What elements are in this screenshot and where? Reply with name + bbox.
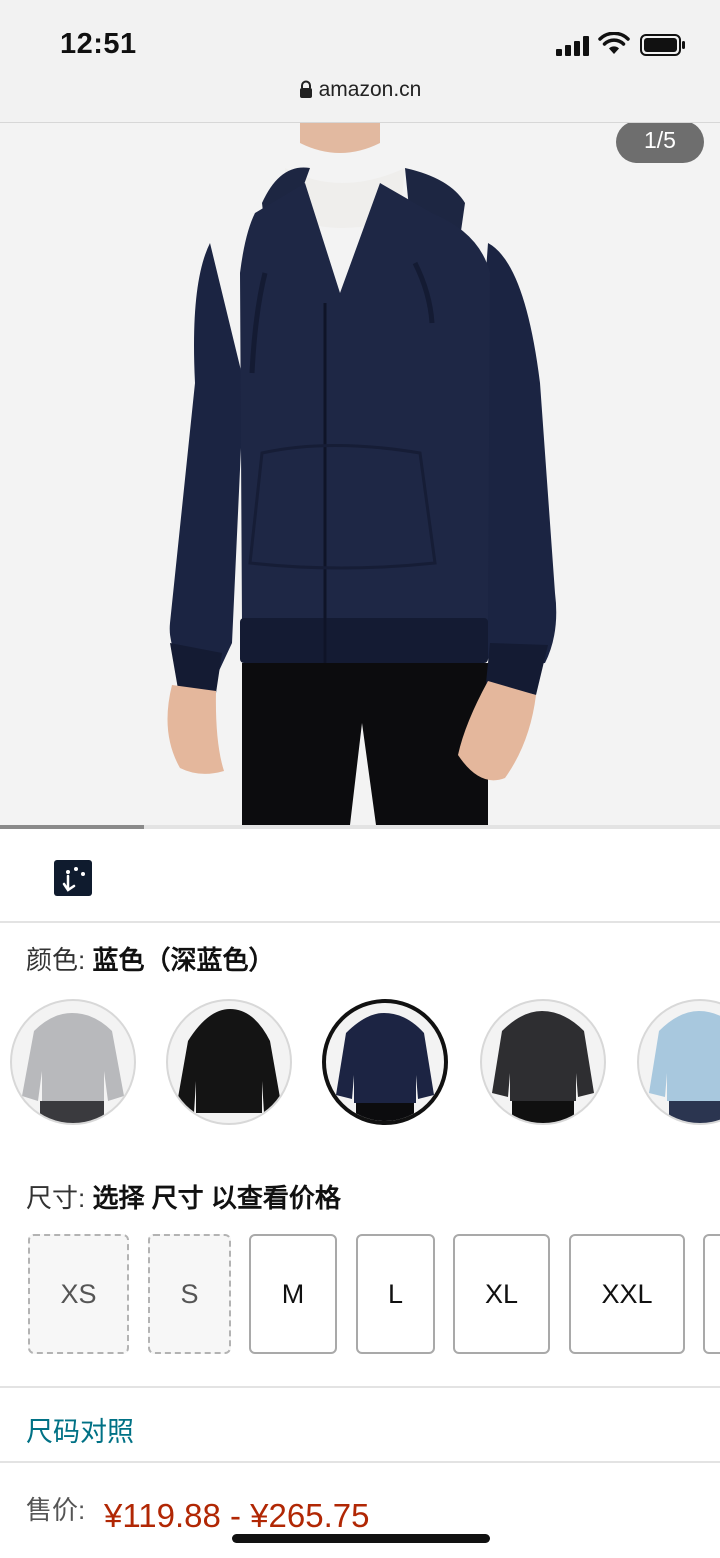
navy-hoodie-thumb (336, 1013, 434, 1121)
size-options: XS S M L XL XXL (0, 1234, 720, 1358)
size-option-xs[interactable]: XS (28, 1234, 129, 1354)
cellular-signal-icon (556, 36, 589, 56)
size-value: 选择 尺寸 以查看价格 (92, 1183, 341, 1213)
charcoal-hoodie-thumb (492, 1011, 594, 1123)
size-option-l[interactable]: L (356, 1234, 435, 1354)
color-label-prefix: 颜色: (26, 945, 93, 975)
url-text: amazon.cn (318, 78, 422, 101)
status-bar: 12:51 amazon.cn (0, 0, 720, 123)
product-image[interactable]: 1/5 (0, 123, 720, 825)
battery-icon (640, 34, 685, 56)
swatch-charcoal[interactable] (480, 999, 606, 1125)
size-option-xl[interactable]: XL (453, 1234, 550, 1354)
view-in-room-icon[interactable] (54, 860, 92, 896)
clock: 12:51 (60, 28, 137, 60)
wifi-icon (598, 32, 630, 54)
black-hoodie-thumb (176, 1009, 282, 1113)
price-label: 售价: (26, 1495, 86, 1525)
color-label: 颜色: 蓝色（深蓝色） (26, 940, 274, 977)
address-bar[interactable]: amazon.cn (0, 78, 720, 102)
hoodie-photo (167, 123, 557, 825)
divider (0, 1386, 720, 1388)
size-chart-link[interactable]: 尺码对照 (26, 1410, 134, 1449)
price-range: ¥119.88 - ¥265.75 (104, 1497, 370, 1534)
lock-icon (299, 80, 312, 98)
light-blue-hoodie-thumb (649, 1011, 720, 1123)
color-value: 蓝色（深蓝色） (92, 945, 275, 975)
size-option-s[interactable]: S (148, 1234, 231, 1354)
size-label-prefix: 尺寸: (26, 1183, 93, 1213)
grey-hoodie-thumb (22, 1013, 124, 1123)
swatch-light-blue[interactable] (637, 999, 720, 1125)
swatch-grey[interactable] (10, 999, 136, 1125)
swatch-black[interactable] (166, 999, 292, 1125)
size-option-xxl[interactable]: XXL (569, 1234, 685, 1354)
divider (0, 1461, 720, 1463)
swatch-navy[interactable] (322, 999, 448, 1125)
size-label: 尺寸: 选择 尺寸 以查看价格 (26, 1178, 341, 1215)
image-counter: 1/5 (616, 123, 704, 163)
size-option-m[interactable]: M (249, 1234, 337, 1354)
view-in-room-row (0, 829, 720, 923)
color-swatches (0, 995, 720, 1127)
size-option-more[interactable] (703, 1234, 720, 1354)
home-indicator[interactable] (232, 1534, 490, 1543)
